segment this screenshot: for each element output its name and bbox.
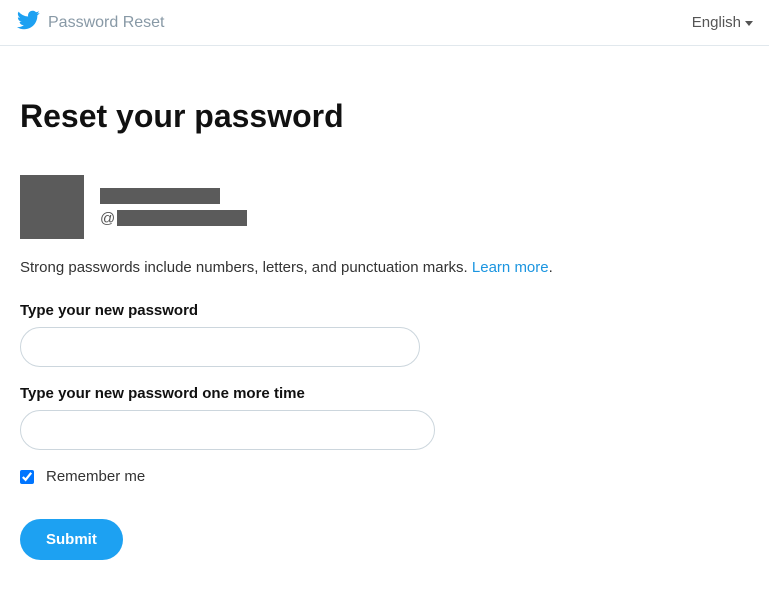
password-confirm-field-group: Type your new password one more time bbox=[20, 385, 720, 450]
hint-text: Strong passwords include numbers, letter… bbox=[20, 259, 472, 276]
avatar bbox=[20, 175, 84, 239]
topbar: Password Reset English bbox=[0, 0, 769, 46]
twitter-bird-icon bbox=[16, 8, 40, 37]
password-input[interactable] bbox=[20, 327, 420, 367]
page-title: Reset your password bbox=[20, 98, 720, 135]
chevron-down-icon bbox=[745, 21, 753, 26]
redacted-handle bbox=[117, 210, 247, 226]
topbar-title: Password Reset bbox=[48, 14, 165, 32]
redacted-handle-row: @ bbox=[100, 210, 247, 227]
password-field-group: Type your new password bbox=[20, 302, 720, 367]
at-symbol: @ bbox=[100, 210, 115, 227]
password-label: Type your new password bbox=[20, 302, 720, 319]
password-confirm-label: Type your new password one more time bbox=[20, 385, 720, 402]
learn-more-link[interactable]: Learn more bbox=[472, 259, 549, 276]
hint-period: . bbox=[549, 259, 553, 276]
language-label: English bbox=[692, 14, 741, 31]
main-content: Reset your password @ Strong passwords i… bbox=[0, 46, 740, 590]
topbar-left: Password Reset bbox=[16, 8, 165, 37]
redacted-display-name bbox=[100, 188, 220, 204]
remember-me-label[interactable]: Remember me bbox=[46, 468, 145, 485]
submit-button[interactable]: Submit bbox=[20, 519, 123, 560]
language-selector[interactable]: English bbox=[692, 14, 753, 31]
user-block: @ bbox=[20, 175, 720, 239]
password-confirm-input[interactable] bbox=[20, 410, 435, 450]
user-meta: @ bbox=[100, 188, 247, 227]
remember-me-row: Remember me bbox=[20, 468, 720, 485]
password-hint: Strong passwords include numbers, letter… bbox=[20, 259, 720, 276]
remember-me-checkbox[interactable] bbox=[20, 470, 34, 484]
